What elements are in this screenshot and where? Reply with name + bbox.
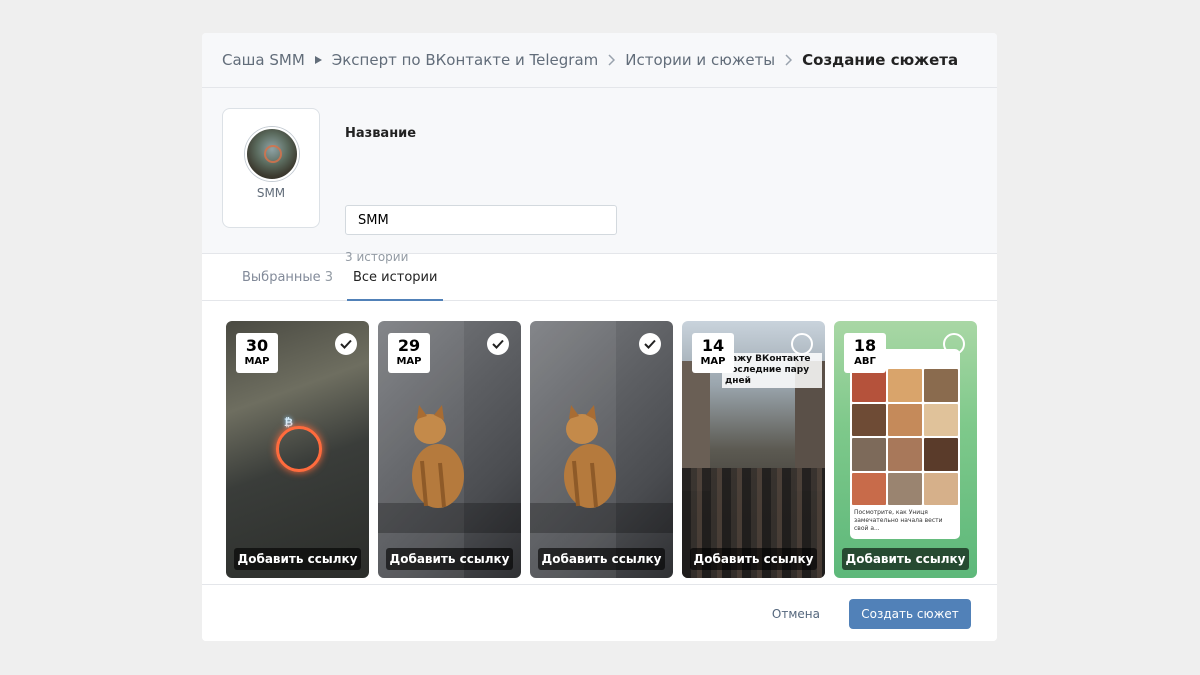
photo-tile	[888, 472, 922, 505]
cat-image	[564, 405, 616, 508]
unchecked-circle-icon[interactable]	[791, 333, 813, 355]
story-date-badge: 18 АВГ	[844, 333, 886, 373]
story-card[interactable]: Посмотрите, как Униця замечательно начал…	[834, 321, 977, 578]
breadcrumb: Саша SMM Эксперт по ВКонтакте и Telegram…	[202, 33, 997, 88]
chevron-right-icon	[785, 54, 793, 66]
tab-label: Выбранные	[242, 269, 321, 285]
tab-all-stories[interactable]: Все истории	[343, 254, 447, 301]
triangle-right-icon	[314, 56, 322, 64]
unchecked-circle-icon[interactable]	[943, 333, 965, 355]
photo-tile	[852, 403, 886, 436]
photo-tile	[924, 403, 958, 436]
chevron-right-icon	[608, 54, 616, 66]
photo-grid	[850, 367, 960, 507]
checkmark-icon[interactable]	[639, 333, 661, 355]
story-date-day: 30	[245, 336, 269, 355]
story-date-badge: 14 МАР	[692, 333, 734, 373]
tab-label: Все истории	[352, 269, 438, 285]
photo-tile	[924, 438, 958, 471]
story-date-month: АВГ	[854, 356, 876, 367]
story-date-badge: 30 МАР	[236, 333, 278, 373]
name-field-label: Название	[345, 126, 417, 141]
photo-tile	[852, 438, 886, 471]
story-date-badge: 29 МАР	[388, 333, 430, 373]
stories-grid: ₿ 30 МАР Добавить ссылку 29 МАР Добавить…	[226, 321, 977, 578]
story-date-day: 18	[853, 336, 877, 355]
cover-image	[264, 145, 282, 163]
stories-tabs: Выбранные 3 Все истории	[202, 254, 997, 301]
story-date-day: 29	[397, 336, 421, 355]
story-date-month: МАР	[244, 356, 270, 367]
story-date-month: МАР	[700, 356, 726, 367]
breadcrumb-item-stories[interactable]: Истории и сюжеты	[625, 51, 775, 69]
add-link-button[interactable]: Добавить ссылку	[234, 548, 361, 570]
add-link-button[interactable]: Добавить ссылку	[386, 548, 513, 570]
photo-tile	[888, 438, 922, 471]
breadcrumb-item-profile[interactable]: Саша SMM	[222, 51, 305, 69]
tab-selected[interactable]: Выбранные 3	[232, 254, 343, 300]
breadcrumb-item-current: Создание сюжета	[802, 51, 959, 69]
tab-count: 3	[324, 269, 333, 285]
story-card[interactable]: Добавить ссылку	[530, 321, 673, 578]
story-cover-picker[interactable]: SMM	[222, 108, 320, 228]
story-overlay-text: кажу ВКонтакте последние пару дней	[722, 353, 822, 388]
add-link-button[interactable]: Добавить ссылку	[538, 548, 665, 570]
story-date-day: 14	[701, 336, 725, 355]
story-settings-panel: SMM Название 3 истории	[202, 88, 997, 264]
cat-image	[412, 405, 464, 508]
checkmark-icon[interactable]	[335, 333, 357, 355]
add-link-button[interactable]: Добавить ссылку	[690, 548, 817, 570]
cancel-button[interactable]: Отмена	[767, 599, 825, 629]
breadcrumb-item-community[interactable]: Эксперт по ВКонтакте и Telegram	[332, 51, 599, 69]
photo-tile	[852, 369, 886, 402]
photo-tile	[924, 472, 958, 505]
photo-tile	[924, 369, 958, 402]
phone-screenshot: Посмотрите, как Униця замечательно начал…	[850, 349, 960, 539]
photo-tile	[888, 369, 922, 402]
story-date-month: МАР	[396, 356, 422, 367]
story-card[interactable]: кажу ВКонтакте последние пару дней 14 МА…	[682, 321, 825, 578]
photo-tile	[852, 472, 886, 505]
phone-caption: Посмотрите, как Униця замечательно начал…	[854, 509, 943, 532]
photo-tile	[888, 403, 922, 436]
add-link-button[interactable]: Добавить ссылку	[842, 548, 969, 570]
modal-footer: Отмена Создать сюжет	[202, 584, 997, 641]
story-card[interactable]: 29 МАР Добавить ссылку	[378, 321, 521, 578]
checkmark-icon[interactable]	[487, 333, 509, 355]
story-card[interactable]: ₿ 30 МАР Добавить ссылку	[226, 321, 369, 578]
story-image-detail	[276, 426, 322, 472]
cover-label: SMM	[256, 186, 286, 200]
name-input[interactable]	[345, 205, 617, 235]
create-story-button[interactable]: Создать сюжет	[849, 599, 971, 629]
cover-avatar	[245, 127, 299, 181]
